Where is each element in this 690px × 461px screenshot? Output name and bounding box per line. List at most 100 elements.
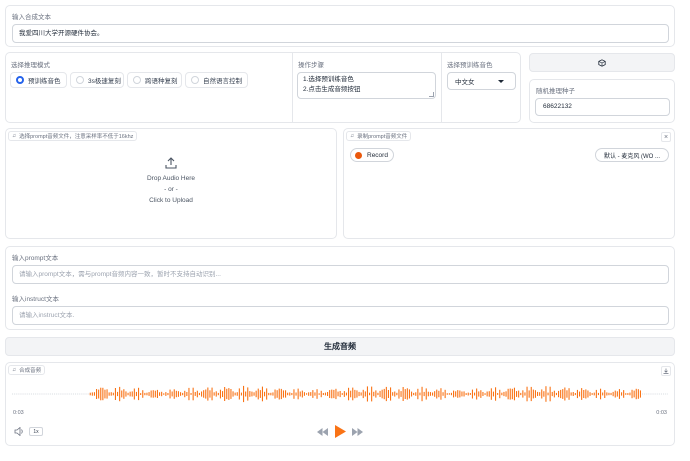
waveform-bar <box>135 391 137 397</box>
seed-input[interactable]: 68622132 <box>535 98 670 116</box>
waveform-bar <box>43 393 45 395</box>
microphone-select-label: 默认 - 麦克风 (WO ... <box>604 153 660 160</box>
close-button[interactable]: × <box>661 132 671 142</box>
waveform-bar <box>455 391 457 397</box>
waveform-bar <box>96 389 98 399</box>
waveform-bar <box>373 391 375 397</box>
waveform-bar <box>308 392 310 396</box>
waveform-bar <box>14 393 16 395</box>
random-seed-button[interactable] <box>529 53 675 72</box>
record-button[interactable]: Record <box>350 148 394 162</box>
waveform-bar <box>421 386 423 402</box>
waveform-bar <box>381 389 383 399</box>
time-start: 0:03 <box>13 410 24 416</box>
waveform-bar <box>249 391 251 397</box>
waveform-bar <box>566 390 568 398</box>
waveform-bar <box>26 393 28 395</box>
waveform-bar <box>205 389 207 399</box>
waveform-bar <box>576 389 578 399</box>
resize-grip-icon[interactable] <box>429 92 434 97</box>
waveform-bar <box>513 387 515 401</box>
waveform-bar <box>572 392 574 396</box>
mode-option-label: 3s极速复刻 <box>88 78 121 85</box>
waveform-bar <box>45 393 47 395</box>
waveform-bar <box>142 390 144 398</box>
waveform-bar <box>93 392 95 396</box>
prompt-record-tag: ♫ 录制prompt音频文件 <box>346 131 412 141</box>
waveform-bar <box>327 392 329 396</box>
instruct-text-input[interactable]: 请输入instruct文本. <box>12 306 669 325</box>
waveform-bar <box>255 390 257 398</box>
waveform-bar <box>138 387 140 401</box>
waveform-bar <box>217 392 219 396</box>
waveform-bar <box>621 392 623 396</box>
waveform-bar <box>230 389 232 399</box>
waveform-bar <box>123 389 125 399</box>
waveform-bar <box>209 390 211 398</box>
waveform-bar <box>169 389 171 399</box>
waveform-bar <box>371 386 373 402</box>
skip-forward-icon[interactable] <box>352 428 363 436</box>
waveform-bar <box>152 390 154 398</box>
volume-icon[interactable] <box>14 427 24 436</box>
waveform-bar <box>331 389 333 399</box>
voice-dropdown[interactable]: 中文女 <box>447 72 516 90</box>
waveform-bar <box>358 391 360 397</box>
playback-speed-label: 1x <box>33 428 39 435</box>
play-icon[interactable] <box>335 425 346 438</box>
waveform-bar <box>98 389 100 399</box>
waveform-bar <box>627 393 629 395</box>
waveform-bar <box>62 393 64 395</box>
waveform-bar <box>329 390 331 398</box>
generate-audio-button[interactable]: 生成音频 <box>5 337 675 356</box>
waveform-bar <box>610 392 612 396</box>
waveform-bar <box>516 391 518 397</box>
waveform-bar <box>171 391 173 397</box>
prompt-text-input[interactable]: 请输入prompt文本，需与prompt音频内容一致，暂时不支持自动识别... <box>12 265 669 284</box>
mode-option-instruct[interactable]: 自然语言控制 <box>185 72 248 88</box>
waveform-bar <box>375 390 377 398</box>
mode-option-cross-lingual[interactable]: 跨语种复刻 <box>127 72 182 88</box>
waveform-bar <box>293 389 295 399</box>
prompt-text-label: 输入prompt文本 <box>12 255 59 262</box>
waveform-bar <box>243 385 245 403</box>
waveform-bar <box>360 392 362 396</box>
waveform-bar <box>453 390 455 398</box>
waveform-bar <box>457 390 459 398</box>
waveform-bar <box>356 390 358 398</box>
waveform-bar <box>274 389 276 399</box>
waveform-bar <box>501 392 503 396</box>
waveform-bar <box>604 390 606 398</box>
record-dot-icon <box>355 151 362 159</box>
waveform-bar <box>310 392 312 396</box>
waveform[interactable] <box>12 377 668 411</box>
mode-option-pretrained[interactable]: 预训练音色 <box>10 72 67 88</box>
waveform-bar <box>240 392 242 396</box>
waveform-bar <box>306 393 308 395</box>
waveform-bar <box>198 392 200 396</box>
waveform-bar <box>54 393 56 395</box>
waveform-bar <box>18 393 20 395</box>
waveform-bar <box>104 389 106 399</box>
waveform-bar <box>541 389 543 399</box>
waveform-bar <box>480 390 482 398</box>
waveform-bar <box>526 386 528 402</box>
waveform-bar <box>203 390 205 398</box>
prompt-upload-panel[interactable]: ♫ 选择prompt音频文件，注意采样率不低于16khz Drop Audio … <box>5 128 337 239</box>
microphone-select[interactable]: 默认 - 麦克风 (WO ... <box>595 148 669 162</box>
waveform-bar <box>476 388 478 400</box>
waveform-bar <box>667 393 668 395</box>
synthesis-text-input[interactable]: 我爱四川大学开源硬件协会。 <box>12 24 669 43</box>
waveform-bar <box>79 393 81 395</box>
waveform-bar <box>156 389 158 398</box>
waveform-bar <box>188 387 190 401</box>
waveform-bar <box>600 388 602 400</box>
download-button[interactable] <box>661 366 671 376</box>
waveform-bar <box>495 387 497 401</box>
playback-speed-button[interactable]: 1x <box>29 427 43 436</box>
mode-option-3s-clone[interactable]: 3s极速复刻 <box>70 72 124 88</box>
waveform-bar <box>618 389 620 399</box>
skip-backward-icon[interactable] <box>317 428 328 436</box>
waveform-bar <box>268 392 270 396</box>
waveform-bar <box>497 393 499 395</box>
